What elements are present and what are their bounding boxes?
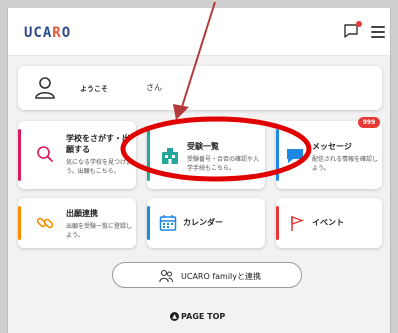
- app-header: UCARO: [8, 8, 390, 56]
- calendar-icon: [159, 215, 177, 231]
- tile-events[interactable]: イベント: [276, 198, 382, 248]
- tile-accent-bar: [18, 129, 21, 181]
- flag-icon: [291, 216, 305, 231]
- tile-accent-bar: [276, 206, 279, 240]
- family-icon: [159, 269, 173, 283]
- app-screen: UCARO ようこそ さん 学校をさがす・出願する 気になる学校を見つけよう。出…: [7, 8, 391, 333]
- page-top-label: PAGE TOP: [181, 312, 226, 321]
- tile-accent-bar: [147, 206, 150, 240]
- hamburger-icon[interactable]: [371, 26, 385, 38]
- ucaro-family-button[interactable]: UCARO familyと連携: [112, 262, 302, 288]
- message-count-badge: 999: [358, 117, 380, 128]
- page-top-link[interactable]: ▲ PAGE TOP: [170, 312, 225, 321]
- tile-desc: 配信される情報を確認しよう。: [312, 156, 379, 172]
- tile-desc: 気になる学校を見つけよう。出願もこちら。: [66, 159, 133, 175]
- tile-title: カレンダー: [183, 218, 223, 227]
- tile-search-school[interactable]: 学校をさがす・出願する 気になる学校を見つけよう。出願もこちら。: [18, 121, 136, 189]
- tile-accent-bar: [18, 206, 21, 240]
- message-icon: [287, 149, 303, 163]
- search-icon: [37, 146, 53, 162]
- welcome-suffix: さん: [146, 83, 162, 92]
- school-icon: [162, 148, 178, 164]
- link-icon: [36, 217, 54, 229]
- tile-exam-list[interactable]: 受験一覧 受験番号・合否の確認や入学手続もこちら。: [147, 121, 265, 189]
- tile-title: 受験一覧: [187, 142, 219, 151]
- tile-accent-bar: [147, 129, 150, 181]
- welcome-card: ようこそ さん: [18, 66, 382, 110]
- tile-calendar[interactable]: カレンダー: [147, 198, 265, 248]
- tile-messages[interactable]: メッセージ 配信される情報を確認しよう。: [276, 121, 382, 189]
- tile-desc: 出願を受験一覧に登録しよう。: [66, 223, 133, 239]
- tile-title: メッセージ: [312, 142, 352, 151]
- tile-title: イベント: [312, 218, 344, 227]
- ucaro-logo[interactable]: UCARO: [24, 25, 71, 41]
- tile-application-link[interactable]: 出願連携 出願を受験一覧に登録しよう。: [18, 198, 136, 248]
- tile-accent-bar: [276, 129, 279, 181]
- welcome-greeting: ようこそ: [80, 85, 108, 93]
- arrow-up-icon: ▲: [170, 312, 179, 321]
- ucaro-family-label: UCARO familyと連携: [181, 272, 262, 281]
- tile-title: 学校をさがす・出願する: [66, 134, 130, 154]
- user-icon: [35, 77, 55, 99]
- notification-dot: [356, 21, 362, 27]
- tile-desc: 受験番号・合否の確認や入学手続もこちら。: [187, 156, 260, 172]
- tile-title: 出願連携: [66, 209, 98, 218]
